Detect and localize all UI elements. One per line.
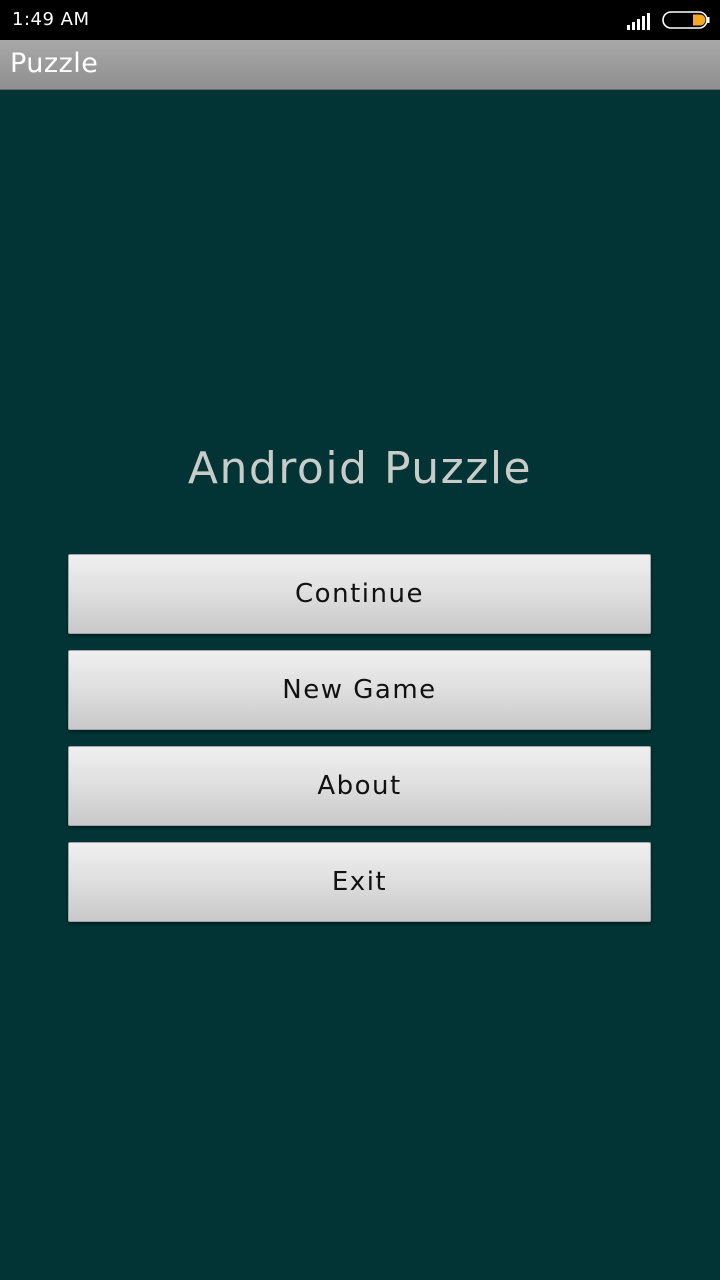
signal-bars-icon [627, 13, 650, 30]
action-bar: Puzzle [0, 40, 720, 90]
status-time: 1:49 AM [12, 9, 90, 30]
new-game-button-label: New Game [282, 675, 437, 705]
continue-button-label: Continue [295, 579, 424, 609]
app-title: Puzzle [10, 48, 99, 79]
exit-button-label: Exit [331, 867, 388, 897]
about-button[interactable]: About [68, 746, 651, 826]
battery-icon [662, 11, 710, 29]
new-game-button[interactable]: New Game [68, 650, 651, 730]
about-button-label: About [317, 771, 402, 801]
game-heading: Android Puzzle [187, 443, 533, 494]
exit-button[interactable]: Exit [68, 842, 651, 922]
continue-button[interactable]: Continue [68, 554, 651, 634]
status-bar: 1:49 AM [0, 0, 720, 40]
